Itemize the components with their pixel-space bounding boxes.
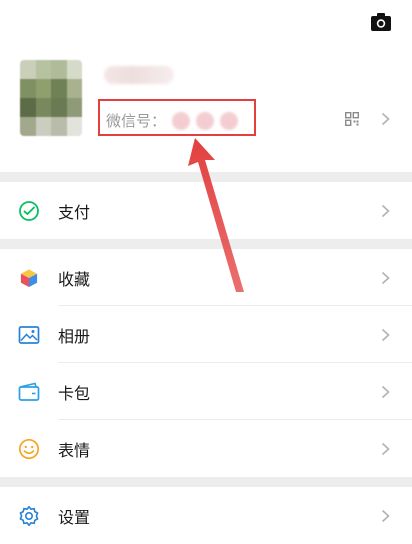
qr-code-icon[interactable] xyxy=(345,112,359,126)
chevron-right-icon[interactable] xyxy=(381,112,390,126)
chevron-right-icon xyxy=(381,204,390,217)
menu-item-favorites[interactable]: 收藏 xyxy=(0,249,412,306)
smiley-icon xyxy=(18,438,40,459)
annotation-highlight-box xyxy=(98,99,256,136)
wallet-check-icon xyxy=(19,200,39,221)
camera-icon[interactable] xyxy=(370,12,392,32)
chevron-right-icon xyxy=(381,509,390,522)
menu-item-stickers[interactable]: 表情 xyxy=(0,420,412,477)
chevron-right-icon xyxy=(381,271,390,284)
nickname-blurred xyxy=(104,66,174,84)
card-icon xyxy=(18,382,40,401)
chevron-right-icon xyxy=(381,442,390,455)
menu-item-album[interactable]: 相册 xyxy=(0,306,412,363)
menu-group-pay: 支付 xyxy=(0,182,412,239)
menu-item-pay[interactable]: 支付 xyxy=(0,182,412,239)
chevron-right-icon xyxy=(381,385,390,398)
avatar[interactable] xyxy=(20,60,82,136)
menu-group-settings: 设置 xyxy=(0,487,412,544)
menu-item-cards[interactable]: 卡包 xyxy=(0,363,412,420)
chevron-right-icon xyxy=(381,328,390,341)
image-icon xyxy=(18,325,40,344)
menu-item-label: 收藏 xyxy=(58,269,91,289)
menu-group-main: 收藏 相册 卡包 表情 xyxy=(0,249,412,477)
menu-item-label: 支付 xyxy=(58,202,91,222)
cube-icon xyxy=(20,268,38,288)
menu-item-label: 相册 xyxy=(58,326,91,346)
menu-item-settings[interactable]: 设置 xyxy=(0,487,412,544)
profile-card[interactable]: 微信号： xyxy=(0,0,412,172)
menu-item-label: 卡包 xyxy=(58,383,91,403)
menu-item-label: 设置 xyxy=(58,507,91,527)
gear-icon xyxy=(19,505,39,526)
menu-item-label: 表情 xyxy=(58,440,91,460)
